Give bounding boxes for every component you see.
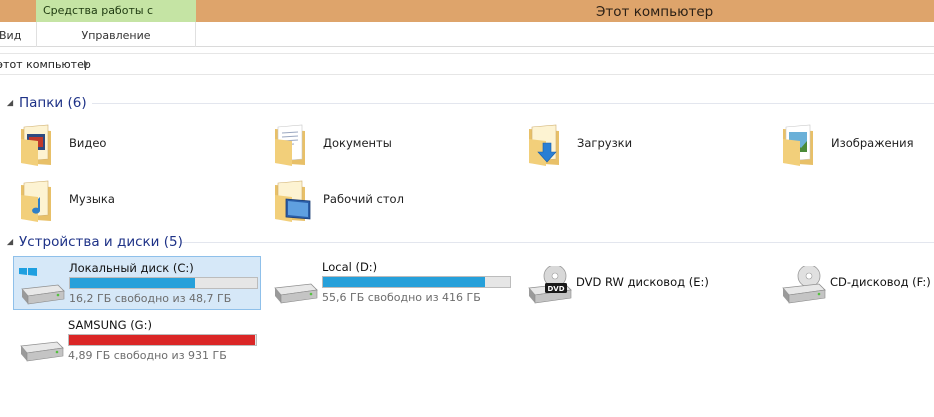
system-drive-icon	[19, 268, 65, 305]
drive-item-g[interactable]: SAMSUNG (G:) 4,89 ГБ свободно из 931 ГБ	[13, 314, 261, 368]
tab-manage[interactable]: Управление	[36, 22, 196, 47]
drive-item-c[interactable]: Локальный диск (C:) 16,2 ГБ свободно из …	[13, 256, 261, 310]
drive-item-d[interactable]: Local (D:) 55,6 ГБ свободно из 416 ГБ	[267, 256, 515, 310]
breadcrumb-this-pc[interactable]: этот компьютер	[0, 56, 91, 73]
drive-free-space: 55,6 ГБ свободно из 416 ГБ	[322, 291, 481, 304]
folder-label: Изображения	[831, 136, 914, 150]
drive-usage-bar	[322, 276, 511, 288]
downloads-folder-icon	[529, 124, 559, 166]
dvd-drive-icon: DVD	[528, 266, 572, 304]
folders-group-header[interactable]: Папки (6)	[6, 93, 934, 113]
folder-label: Видео	[69, 136, 107, 150]
tab-view[interactable]: Вид	[0, 22, 21, 47]
drive-label: SAMSUNG (G:)	[68, 318, 152, 332]
folder-label: Музыка	[69, 192, 115, 206]
window-title: Этот компьютер	[596, 4, 714, 20]
folder-item-video[interactable]: Видео	[18, 119, 258, 169]
drive-item-f[interactable]: CD-дисковод (F:)	[775, 256, 934, 310]
drive-label: Локальный диск (C:)	[69, 261, 194, 275]
collapse-chevron-icon[interactable]	[6, 99, 14, 107]
folder-item-music[interactable]: Музыка	[18, 175, 258, 225]
cd-drive-icon	[782, 266, 826, 304]
devices-group-title: Устройства и диски (5)	[19, 234, 183, 250]
folder-item-pictures[interactable]: Изображения	[780, 119, 934, 169]
breadcrumb-chevron-icon[interactable]	[84, 60, 88, 68]
drive-item-e[interactable]: DVD DVD RW дисковод (E:)	[521, 256, 769, 310]
music-folder-icon	[21, 180, 51, 222]
drive-usage-fill	[323, 277, 485, 287]
drive-usage-fill	[70, 278, 195, 288]
drive-free-space: 4,89 ГБ свободно из 931 ГБ	[68, 349, 227, 362]
ribbon-tabs: Вид Управление	[0, 22, 934, 47]
folders-group-title: Папки (6)	[19, 95, 87, 111]
folder-item-desktop[interactable]: Рабочий стол	[272, 175, 512, 225]
drive-free-space: 16,2 ГБ свободно из 48,7 ГБ	[69, 292, 232, 305]
group-divider	[182, 242, 934, 243]
drive-usage-bar	[69, 277, 258, 289]
hard-drive-icon	[20, 341, 64, 362]
svg-text:DVD: DVD	[547, 285, 564, 293]
video-folder-icon	[21, 124, 51, 166]
context-tab-disk-tools[interactable]: Средства работы с дисками	[36, 0, 196, 39]
hard-drive-icon	[274, 283, 318, 304]
folder-label: Загрузки	[577, 136, 633, 150]
group-divider	[92, 103, 934, 104]
drive-label: CD-дисковод (F:)	[830, 275, 931, 289]
folder-label: Рабочий стол	[323, 192, 404, 206]
address-bar[interactable]: этот компьютер	[0, 53, 934, 75]
pictures-folder-icon	[783, 124, 813, 166]
collapse-chevron-icon[interactable]	[6, 238, 14, 246]
drive-label: DVD RW дисковод (E:)	[576, 275, 709, 289]
desktop-folder-icon	[275, 180, 311, 222]
drive-usage-fill	[69, 335, 256, 345]
drive-usage-bar	[68, 334, 257, 346]
devices-group-header[interactable]: Устройства и диски (5)	[6, 232, 934, 252]
documents-folder-icon	[275, 124, 305, 166]
title-bar: Средства работы с дисками Этот компьютер	[0, 0, 934, 39]
folder-item-documents[interactable]: Документы	[272, 119, 512, 169]
folder-item-downloads[interactable]: Загрузки	[526, 119, 766, 169]
drive-label: Local (D:)	[322, 260, 378, 274]
folder-label: Документы	[323, 136, 392, 150]
